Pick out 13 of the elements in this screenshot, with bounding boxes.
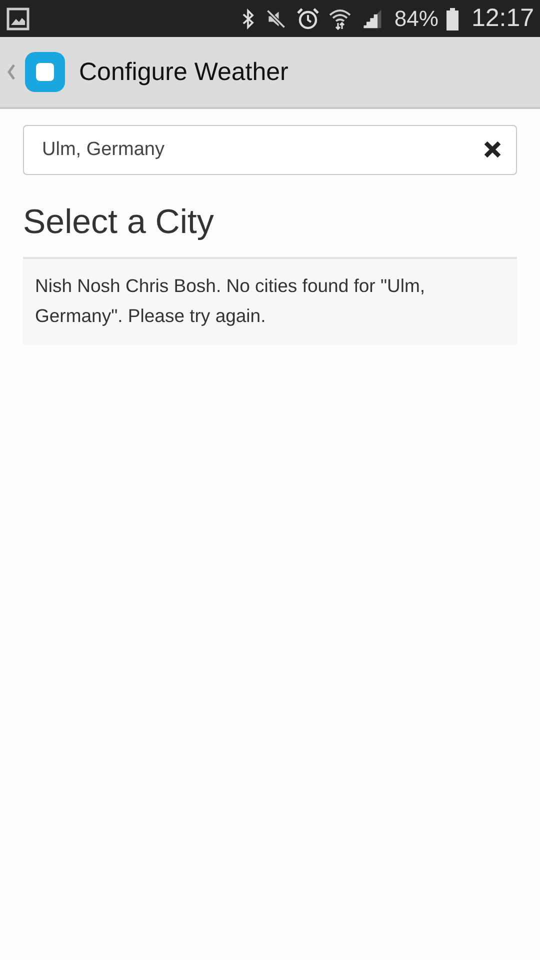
battery-percentage: 84%	[394, 6, 438, 32]
wifi-icon	[328, 6, 352, 30]
search-field[interactable]: Ulm, Germany	[23, 125, 517, 175]
app-icon	[25, 52, 65, 92]
clear-icon[interactable]	[483, 140, 502, 159]
no-results-message: Nish Nosh Chris Bosh. No cities found for "Ulm, Germany". Please try again.	[35, 274, 426, 328]
bluetooth-icon	[240, 8, 256, 30]
alarm-clock-icon	[296, 6, 320, 30]
section-heading: Select a City	[23, 203, 215, 242]
clock: 12:17	[471, 4, 534, 33]
app-title: Configure Weather	[79, 58, 288, 86]
image-icon	[6, 6, 30, 30]
battery-icon	[446, 6, 460, 30]
